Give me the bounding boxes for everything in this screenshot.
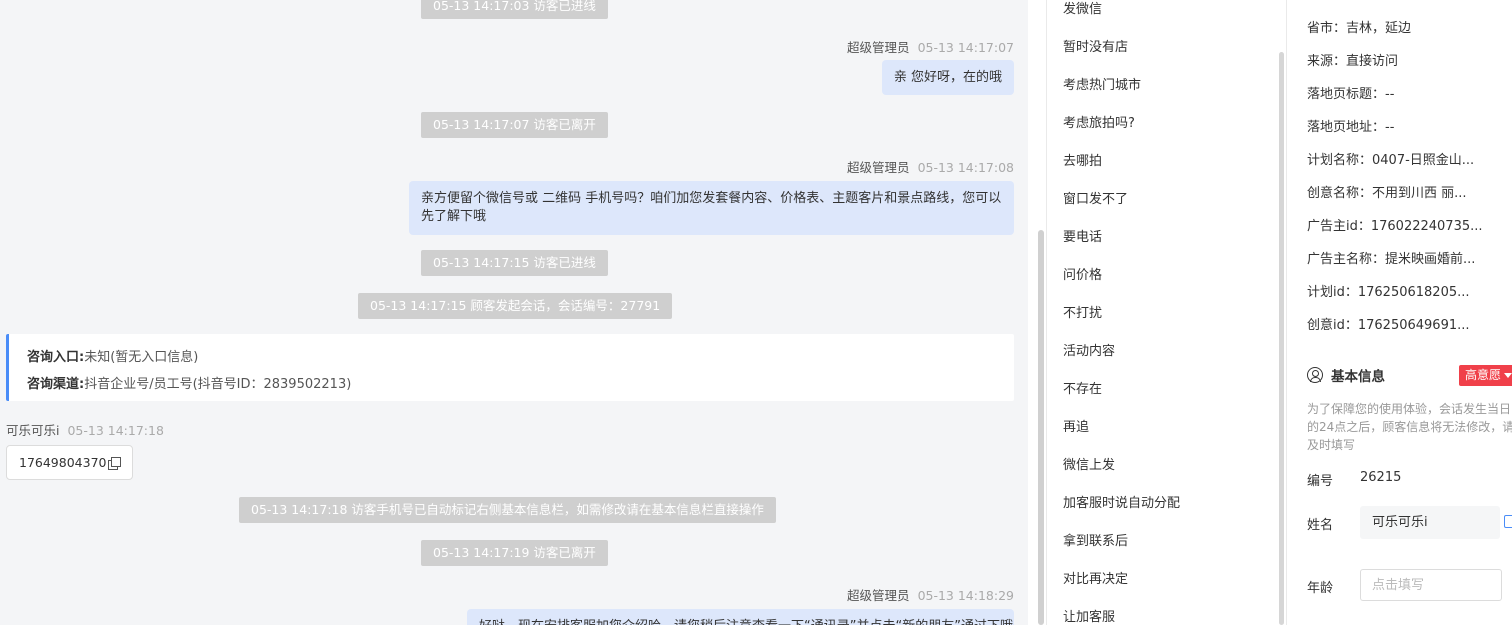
message-time: 05-13 14:17:18 xyxy=(67,423,164,438)
quick-reply-item[interactable]: 去哪拍 xyxy=(1063,150,1102,169)
customer-info-panel: 省市：吉林，延边 来源：直接访问 落地页标题：-- 落地页地址：-- 计划名称：… xyxy=(1286,0,1512,625)
customer-age-label: 年龄 xyxy=(1307,581,1334,596)
quick-replies-scrollbar[interactable] xyxy=(1279,52,1284,625)
intent-level-dropdown[interactable]: 高意愿 xyxy=(1459,365,1512,386)
quick-reply-item[interactable]: 不打扰 xyxy=(1063,302,1102,321)
info-source: 来源：直接访问 xyxy=(1307,54,1399,69)
quick-reply-item[interactable]: 让加客服 xyxy=(1063,606,1115,625)
info-creative-id: 创意id：176250649691... xyxy=(1307,318,1470,333)
info-landing-url: 落地页地址：-- xyxy=(1307,120,1395,135)
customer-age-input[interactable] xyxy=(1360,569,1502,601)
customer-name-label: 姓名 xyxy=(1307,518,1334,533)
quick-reply-item[interactable]: 考虑热门城市 xyxy=(1063,74,1141,93)
consult-entry-card: 咨询入口:未知(暂无入口信息) 咨询渠道:抖音企业号/员工号(抖音号ID：283… xyxy=(6,334,1014,401)
agent-message-meta: 超级管理员 05-13 14:17:08 xyxy=(847,157,1014,176)
agent-name: 超级管理员 xyxy=(847,588,910,603)
customer-id-label: 编号 xyxy=(1307,474,1334,489)
visitor-phone-message[interactable]: 17649804370 xyxy=(6,445,134,480)
customer-id-value: 26215 xyxy=(1360,470,1402,485)
system-message: 05-13 14:17:19 访客已离开 xyxy=(421,540,608,566)
system-message: 05-13 14:17:15 访客已进线 xyxy=(421,250,608,276)
quick-reply-item[interactable]: 窗口发不了 xyxy=(1063,188,1128,207)
info-advertiser-id: 广告主id：176022240735... xyxy=(1307,219,1483,234)
system-message: 05-13 14:17:18 访客手机号已自动标记右侧基本信息栏，如需修改请在基… xyxy=(239,497,776,523)
consult-channel-label: 咨询渠道: xyxy=(27,377,85,392)
visitor-message-meta: 可乐可乐i 05-13 14:17:18 xyxy=(6,420,164,439)
visitor-phone: 17649804370 xyxy=(19,455,107,470)
agent-message-meta: 超级管理员 05-13 14:18:29 xyxy=(847,585,1014,604)
quick-reply-item[interactable]: 发微信 xyxy=(1063,0,1102,17)
consult-entry-value: 未知(暂无入口信息) xyxy=(84,350,199,365)
chat-scrollbar[interactable] xyxy=(1038,230,1044,625)
quick-reply-item[interactable]: 对比再决定 xyxy=(1063,568,1128,587)
quick-reply-item[interactable]: 微信上发 xyxy=(1063,454,1115,473)
agent-name: 超级管理员 xyxy=(847,160,910,175)
consult-entry-label: 咨询入口: xyxy=(27,350,85,365)
message-time: 05-13 14:17:08 xyxy=(917,160,1014,175)
info-creative-name: 创意名称：不用到川西 丽... xyxy=(1307,186,1467,201)
consult-entry-row: 咨询入口:未知(暂无入口信息) xyxy=(27,344,996,371)
message-time: 05-13 14:17:07 xyxy=(917,40,1014,55)
customer-name-field[interactable]: 可乐可乐i xyxy=(1360,506,1500,539)
basic-info-title: 基本信息 xyxy=(1307,365,1385,385)
agent-name: 超级管理员 xyxy=(847,40,910,55)
system-message: 05-13 14:17:03 访客已进线 xyxy=(421,0,608,19)
agent-message-bubble: 好哒，现在安排客服加您介绍哈，请您稍后注意查看一下“通讯录”并点击“新的朋友”通… xyxy=(467,609,1014,625)
info-landing-title: 落地页标题：-- xyxy=(1307,87,1395,102)
quick-reply-item[interactable]: 不存在 xyxy=(1063,378,1102,397)
basic-info-title-text: 基本信息 xyxy=(1331,369,1385,385)
edit-notice: 为了保障您的使用体验，会话发生当日的24点之后，顾客信息将无法修改，请及时填写 xyxy=(1307,402,1512,452)
system-message: 05-13 14:17:07 访客已离开 xyxy=(421,112,608,138)
info-advertiser-name: 广告主名称：提米映画婚前... xyxy=(1307,252,1476,267)
agent-message-meta: 超级管理员 05-13 14:17:07 xyxy=(847,37,1014,56)
system-message: 05-13 14:17:15 顾客发起会话，会话编号：27791 xyxy=(358,293,673,319)
copy-icon[interactable] xyxy=(1504,515,1512,528)
quick-replies-panel: 发微信 暂时没有店 考虑热门城市 考虑旅拍吗? 去哪拍 窗口发不了 要电话 问价… xyxy=(1046,0,1284,625)
quick-reply-item[interactable]: 问价格 xyxy=(1063,264,1102,283)
consult-channel-row: 咨询渠道:抖音企业号/员工号(抖音号ID：2839502213) xyxy=(27,371,996,398)
info-province: 省市：吉林，延边 xyxy=(1307,21,1412,36)
user-circle-icon xyxy=(1307,367,1323,383)
visitor-name: 可乐可乐i xyxy=(6,423,60,438)
quick-reply-item[interactable]: 要电话 xyxy=(1063,226,1102,245)
quick-reply-item[interactable]: 拿到联系后 xyxy=(1063,530,1128,549)
quick-reply-item[interactable]: 暂时没有店 xyxy=(1063,36,1128,55)
quick-reply-item[interactable]: 活动内容 xyxy=(1063,340,1115,359)
quick-reply-item[interactable]: 再追 xyxy=(1063,416,1089,435)
agent-message-bubble: 亲方便留个微信号或 二维码 手机号吗？咱们加您发套餐内容、价格表、主题客片和景点… xyxy=(409,181,1014,235)
info-plan-name: 计划名称：0407-日照金山... xyxy=(1307,153,1475,168)
chat-panel: 05-13 14:17:03 访客已进线 超级管理员 05-13 14:17:07… xyxy=(0,0,1028,625)
quick-reply-item[interactable]: 加客服时说自动分配 xyxy=(1063,492,1180,511)
caret-down-icon xyxy=(1504,373,1512,378)
quick-reply-item[interactable]: 考虑旅拍吗? xyxy=(1063,112,1135,131)
message-time: 05-13 14:18:29 xyxy=(917,588,1014,603)
copy-icon[interactable] xyxy=(108,456,122,470)
intent-level-label: 高意愿 xyxy=(1465,368,1502,382)
info-plan-id: 计划id：176250618205... xyxy=(1307,285,1470,300)
agent-message-bubble: 亲 您好呀，在的哦 xyxy=(881,60,1014,95)
consult-channel-value: 抖音企业号/员工号(抖音号ID：2839502213) xyxy=(84,377,352,392)
